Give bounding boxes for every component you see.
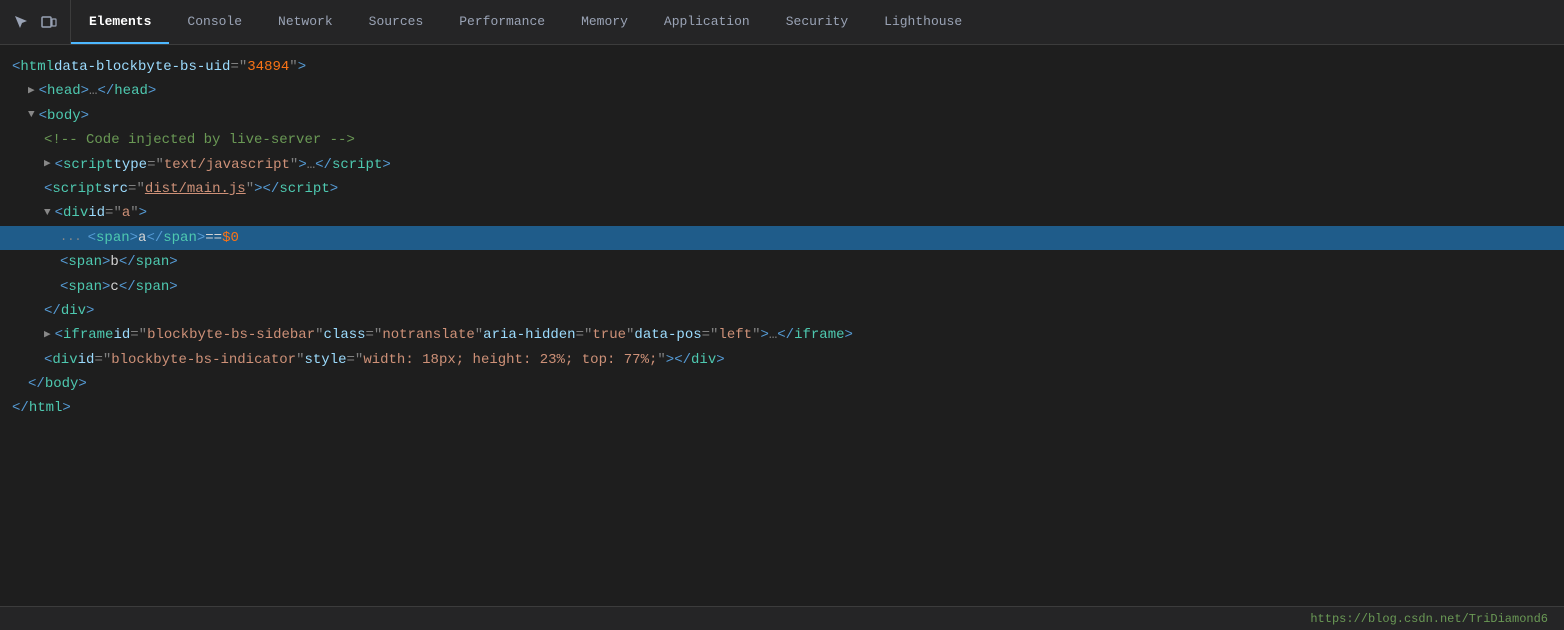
div-a-open-line[interactable]: ▼ <div id="a" >: [0, 201, 1564, 225]
devtools-toolbar: Elements Console Network Sources Perform…: [0, 0, 1564, 45]
elements-panel[interactable]: <html data-blockbyte-bs-uid="34894" > ▶ …: [0, 45, 1564, 606]
html-close-line[interactable]: </html>: [0, 396, 1564, 420]
tab-lighthouse[interactable]: Lighthouse: [866, 0, 980, 44]
status-url: https://blog.csdn.net/TriDiamond6: [1310, 612, 1548, 626]
body-open-line[interactable]: ▼ <body>: [0, 104, 1564, 128]
span-c-line[interactable]: <span>c</span>: [0, 275, 1564, 299]
html-open-line[interactable]: <html data-blockbyte-bs-uid="34894" >: [0, 55, 1564, 79]
iframe-line[interactable]: ▶ <iframe id="blockbyte-bs-sidebar" clas…: [0, 323, 1564, 347]
span-a-line[interactable]: ... <span>a</span> == $0: [0, 226, 1564, 250]
tab-performance[interactable]: Performance: [441, 0, 563, 44]
head-collapsed-line[interactable]: ▶ <head>…</head>: [0, 79, 1564, 103]
tab-console[interactable]: Console: [169, 0, 260, 44]
script-src-line[interactable]: <script src="dist/main.js" ></script>: [0, 177, 1564, 201]
body-close-line[interactable]: </body>: [0, 372, 1564, 396]
span-b-line[interactable]: <span>b</span>: [0, 250, 1564, 274]
div-a-close-line[interactable]: </div>: [0, 299, 1564, 323]
script-collapsed-line[interactable]: ▶ <script type="text/javascript" >…</scr…: [0, 153, 1564, 177]
toolbar-icons: [0, 0, 71, 44]
comment-line[interactable]: <!-- Code injected by live-server -->: [0, 128, 1564, 152]
cursor-icon[interactable]: [10, 11, 32, 33]
device-toggle-icon[interactable]: [38, 11, 60, 33]
tab-security[interactable]: Security: [768, 0, 866, 44]
tab-sources[interactable]: Sources: [351, 0, 442, 44]
tab-memory[interactable]: Memory: [563, 0, 646, 44]
tab-elements[interactable]: Elements: [71, 0, 169, 44]
tab-network[interactable]: Network: [260, 0, 351, 44]
tab-application[interactable]: Application: [646, 0, 768, 44]
status-bar: https://blog.csdn.net/TriDiamond6: [0, 606, 1564, 630]
div-indicator-line[interactable]: <div id="blockbyte-bs-indicator" style="…: [0, 348, 1564, 372]
devtools-tabs: Elements Console Network Sources Perform…: [71, 0, 1564, 44]
